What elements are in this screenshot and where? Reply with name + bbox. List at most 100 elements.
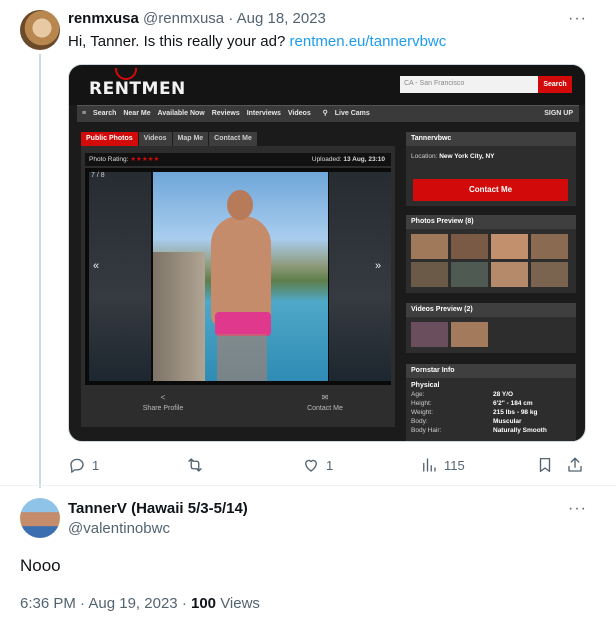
tweet-text: Hi, Tanner. Is this really your ad? rent…: [68, 33, 446, 50]
retweet-icon: [188, 458, 202, 472]
info-label: Height:: [411, 400, 432, 407]
photo-thumbnail: [491, 234, 528, 259]
like-count: 1: [326, 457, 334, 473]
photo-panel: Photo Rating: ★★★★★ Uploaded: 13 Aug, 23…: [81, 146, 395, 427]
video-thumbnail: [451, 322, 488, 347]
reply-count: 1: [92, 457, 100, 473]
separator: ·: [181, 595, 187, 612]
site-search-button: Search: [538, 76, 572, 93]
tweet-actions: 1 1 115: [68, 454, 588, 476]
views-count: 115: [444, 457, 465, 473]
pornstar-info-title: Pornstar Info: [406, 364, 576, 378]
avatar[interactable]: [20, 498, 60, 538]
bookmark-button[interactable]: [536, 454, 554, 476]
contact-link-label: Contact Me: [307, 405, 343, 412]
photo-wall: [153, 252, 205, 381]
photo-viewer: 7 / 8 « »: [85, 168, 391, 385]
uploaded-info: Uploaded: 13 Aug, 23:10: [312, 153, 385, 166]
info-value: Naturally Smooth: [493, 427, 547, 434]
bookmark-icon: [539, 457, 551, 473]
star-icons: ★★★★★: [130, 156, 160, 163]
more-options-icon[interactable]: ···: [568, 500, 587, 518]
profile-name: Tannervbwc: [406, 132, 576, 146]
tweet-meta: 6:36 PM · Aug 19, 2023 · 100 Views: [20, 595, 260, 612]
photo-counter: 7 / 8: [91, 172, 105, 179]
heart-icon: [305, 459, 317, 472]
like-button[interactable]: 1: [302, 454, 333, 476]
photo-thumbnail: [531, 234, 568, 259]
views-button[interactable]: 115: [420, 454, 465, 476]
author-handle[interactable]: @valentinobwc: [68, 520, 170, 537]
more-options-icon[interactable]: ···: [568, 10, 587, 28]
author-handle[interactable]: @renmxusa: [143, 10, 224, 27]
views-label: Views: [220, 595, 260, 612]
author-name[interactable]: renmxusa: [68, 10, 139, 27]
pornstar-info-panel: Pornstar Info Physical Age: 28 Y/O Height…: [406, 364, 576, 441]
info-list: Physical Age: 28 Y/O Height: 6'2" - 184 cm…: [406, 378, 576, 435]
reply-button[interactable]: 1: [68, 454, 99, 476]
nav-item: Interviews: [246, 110, 281, 117]
site-tab: Public Photos: [81, 132, 138, 146]
photo-shorts: [215, 312, 271, 336]
uploaded-value: 13 Aug, 23:10: [343, 156, 385, 163]
tweet-reply: renmxusa @renmxusa · Aug 18, 2023 ··· Hi…: [0, 0, 616, 488]
share-button[interactable]: [566, 454, 584, 476]
nav-item-live-cams: ⚲ Live Cams: [318, 106, 370, 122]
info-value: 6'2" - 184 cm: [493, 400, 533, 407]
nav-item: Reviews: [211, 110, 240, 117]
info-value: 215 lbs - 98 kg: [493, 409, 538, 416]
photo-thumbnail: [451, 234, 488, 259]
tweet-time[interactable]: 6:36 PM: [20, 595, 76, 612]
views-count: 100: [190, 595, 217, 612]
photo-thumbnail: [531, 262, 568, 287]
profile-panel: Tannervbwc Location: New York City, NY C…: [406, 132, 576, 206]
thread-line: [39, 54, 41, 488]
retweet-button[interactable]: [186, 454, 210, 476]
info-row: Body Hair: Naturally Smooth: [411, 426, 571, 435]
nav-item: Videos: [287, 110, 311, 117]
location-label: Location:: [411, 153, 438, 160]
photo-rating: Photo Rating: ★★★★★: [89, 153, 159, 166]
author-name[interactable]: TannerV (Hawaii 5/3-5/14): [68, 500, 248, 517]
profile-photo: [153, 172, 328, 381]
photo-thumbnail: [491, 262, 528, 287]
tweet-link[interactable]: rentmen.eu/tannervbwc: [290, 33, 447, 50]
contact-link: ✉ Contact Me: [275, 393, 375, 412]
site-search-input: CA - San Francisco: [400, 76, 538, 93]
photo-blur-left: [89, 172, 151, 381]
photo-head: [227, 190, 253, 220]
site-nav: ≡ Search Near Me Available Now Reviews I…: [77, 105, 579, 122]
info-value: Muscular: [493, 418, 522, 425]
tweet-date[interactable]: Aug 19, 2023: [88, 595, 177, 612]
uploaded-label: Uploaded:: [311, 156, 342, 163]
photo-legs: [217, 334, 267, 381]
photo-thumbnail: [451, 262, 488, 287]
site-signup: SIGN UP: [544, 110, 573, 117]
prev-arrow-icon: «: [93, 260, 100, 272]
info-label: Body:: [411, 418, 428, 425]
nav-item: Near Me: [123, 110, 151, 117]
photo-info-bar: Photo Rating: ★★★★★ Uploaded: 13 Aug, 23…: [85, 153, 391, 166]
location: Location: New York City, NY: [406, 146, 576, 160]
separator: ·: [80, 595, 86, 612]
photos-preview-panel: Photos Preview (8): [406, 215, 576, 293]
reply-icon: [70, 458, 84, 473]
photos-preview-title: Photos Preview (8): [406, 215, 576, 229]
videos-preview-title: Videos Preview (2): [406, 303, 576, 317]
info-row: Age: 28 Y/O: [411, 390, 571, 399]
videos-preview-panel: Videos Preview (2): [406, 303, 576, 353]
tweet-body: Hi, Tanner. Is this really your ad?: [68, 33, 286, 50]
nav-item: Search: [93, 110, 117, 117]
tweet-date[interactable]: Aug 18, 2023: [237, 10, 326, 27]
photo-actions: < Share Profile ✉ Contact Me: [85, 389, 391, 423]
info-row: Weight: 215 lbs - 98 kg: [411, 408, 571, 417]
info-row: Body: Muscular: [411, 417, 571, 426]
attached-image[interactable]: RENTMEN CA - San Francisco Search ≡ Sear…: [68, 64, 586, 442]
contact-button: Contact Me: [413, 179, 568, 201]
site-tab: Map Me: [172, 132, 209, 146]
photo-blur-right: [329, 172, 391, 381]
avatar[interactable]: [20, 10, 60, 50]
tweet-header: renmxusa @renmxusa · Aug 18, 2023: [68, 10, 326, 27]
nav-item: Available Now: [157, 110, 205, 117]
info-label: Age:: [411, 391, 425, 398]
